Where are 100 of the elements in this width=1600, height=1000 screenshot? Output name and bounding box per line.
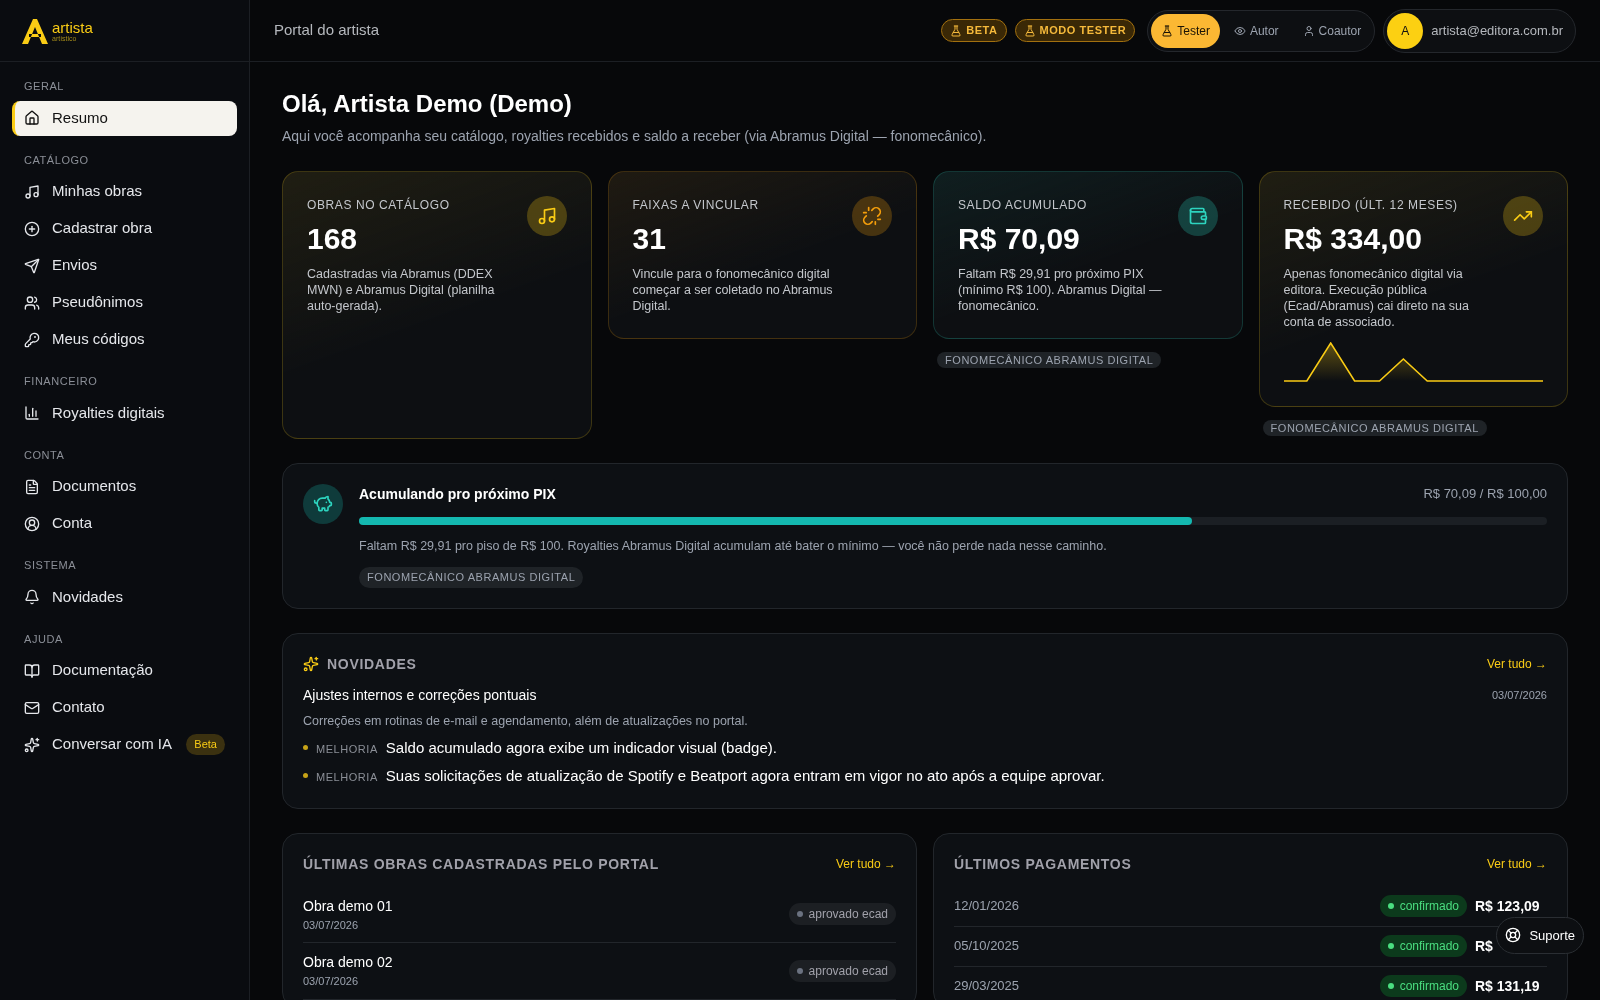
greeting-title: Olá, Artista Demo (Demo) xyxy=(282,89,573,119)
status-badge: MODO TESTER xyxy=(1014,19,1136,42)
account-chip[interactable]: A artista@editora.com.br xyxy=(1383,8,1576,53)
change-type-label: MELHORIA xyxy=(316,741,378,757)
role-tab[interactable]: Autor xyxy=(1223,13,1289,48)
stat-value: R$ 334,00 xyxy=(1283,221,1423,257)
nav-section-heading: SISTEMA xyxy=(23,558,78,573)
stat-note: Vincule para o fonomecânico digital começar a ser coletado no Abramus Digital. xyxy=(632,265,834,314)
user-avatar: A xyxy=(1387,12,1424,49)
logo-icon xyxy=(20,16,50,45)
logo-wordmark: artista xyxy=(52,19,93,35)
status-pill: aprovado ecad xyxy=(788,903,896,926)
lifebuoy-icon xyxy=(1505,927,1522,944)
flask-icon xyxy=(950,24,963,37)
nav-item[interactable]: Contato xyxy=(12,690,237,725)
work-title: Obra demo 01 xyxy=(303,896,393,916)
document-icon xyxy=(24,478,40,495)
pix-title: Acumulando pro próximo PIX xyxy=(359,484,556,504)
see-all-link[interactable]: Ver tudo → xyxy=(835,855,896,873)
work-date: 03/07/2026 xyxy=(303,974,360,989)
stat-label: FAIXAS A VINCULAR xyxy=(632,197,759,214)
nav-item[interactable]: Documentos xyxy=(12,469,237,504)
payment-amount: R$ 131,19 xyxy=(1475,978,1540,994)
stat-label: SALDO ACUMULADO xyxy=(958,197,1088,214)
stat-label: OBRAS NO CATÁLOGO xyxy=(307,196,450,214)
role-tab[interactable]: Tester xyxy=(1151,13,1220,48)
change-type-label: MELHORIA xyxy=(316,770,378,785)
user-circle-icon xyxy=(24,515,40,532)
wallet-icon xyxy=(1187,206,1208,226)
stat-value: R$ 70,09 xyxy=(958,221,1081,257)
section-heading: ÚLTIMOS PAGAMENTOS xyxy=(954,854,1132,874)
section-heading: ÚLTIMAS OBRAS CADASTRADAS PELO PORTAL xyxy=(303,854,659,874)
stat-label: RECEBIDO (ÚLT. 12 MESES) xyxy=(1283,196,1458,214)
piggy-bank-icon xyxy=(313,493,333,514)
page-title: Portal do artista xyxy=(274,20,380,41)
users-icon xyxy=(24,294,40,311)
book-icon xyxy=(24,662,40,679)
nav-section-heading: AJUDA xyxy=(23,631,64,647)
bell-icon xyxy=(24,589,40,605)
nav-item[interactable]: Minhas obras xyxy=(12,174,237,209)
user-icon xyxy=(1302,24,1315,37)
change-text: Suas solicitações de atualização de Spotify e Beatport agora entram em vigor no ato após a equipe aprovar. xyxy=(385,766,1105,786)
stat-note: Cadastradas via Abramus (DDEX MWN) e Abramus Digital (planilha auto-gerada). xyxy=(307,265,496,314)
payment-amount: R$ 123,09 xyxy=(1475,898,1540,914)
work-title: Obra demo 02 xyxy=(303,953,393,972)
news-title: Ajustes internos e correções pontuais xyxy=(303,685,537,705)
status-pill: confirmado xyxy=(1379,895,1467,917)
see-all-link[interactable]: Ver tudo → xyxy=(1486,855,1547,873)
mail-icon xyxy=(24,699,40,716)
nav-item[interactable]: Conversar com IA Beta xyxy=(12,727,237,762)
nav-item[interactable]: Meus códigos xyxy=(12,322,237,357)
sparkles-icon xyxy=(24,736,40,753)
nav-section-heading: CATÁLOGO xyxy=(23,152,90,168)
status-pill: confirmado xyxy=(1379,975,1467,997)
nav-item[interactable]: Novidades xyxy=(12,579,237,615)
greeting-subtitle: Aqui você acompanha seu catálogo, royalties recebidos e saldo a receber (via Abramus Digital — fonomecânico). xyxy=(282,127,988,146)
home-icon xyxy=(24,110,40,126)
beta-badge: Beta xyxy=(186,734,225,755)
stat-note: Apenas fonomecânico digital via editora. Execução pública (Ecad/Abramus) cai direto na sua conta de associado. xyxy=(1283,265,1470,330)
nav-item[interactable]: Envios xyxy=(12,248,237,283)
see-all-link[interactable]: Ver tudo → xyxy=(1486,655,1547,674)
nav-item[interactable]: Resumo xyxy=(12,100,237,136)
music-note-icon xyxy=(24,183,40,200)
payment-date: 12/01/2026 xyxy=(954,897,1020,916)
payment-date: 05/10/2025 xyxy=(954,937,1020,956)
pix-reading: R$ 70,09 / R$ 100,00 xyxy=(1423,485,1547,504)
flask-icon xyxy=(1161,24,1174,37)
status-badge: BETA xyxy=(941,19,1007,42)
section-heading: NOVIDADES xyxy=(327,654,417,674)
user-email: artista@editora.com.br xyxy=(1431,21,1563,40)
nav-item[interactable]: Documentação xyxy=(12,653,237,688)
unlink-icon xyxy=(862,206,882,226)
source-tag: FONOMECÂNICO ABRAMUS DIGITAL xyxy=(937,351,1162,368)
role-tab[interactable]: Coautor xyxy=(1292,13,1372,48)
flask-icon xyxy=(1023,24,1036,37)
pix-note: Faltam R$ 29,91 pro piso de R$ 100. Royalties Abramus Digital acumulam até bater o mínimo — você não perde nada nesse caminho. xyxy=(359,537,1108,555)
bar-chart-icon xyxy=(24,405,40,421)
key-icon xyxy=(24,331,40,348)
nav-item[interactable]: Cadastrar obra xyxy=(12,211,237,246)
status-pill: aprovado ecad xyxy=(788,959,896,982)
music-note-icon xyxy=(536,206,557,226)
news-date: 03/07/2026 xyxy=(1491,688,1547,703)
stat-value: 31 xyxy=(632,221,667,257)
eye-icon xyxy=(1233,24,1246,37)
source-tag: FONOMECÂNICO ABRAMUS DIGITAL xyxy=(359,567,584,588)
payment-date: 29/03/2025 xyxy=(954,977,1020,996)
nav-item[interactable]: Pseudônimos xyxy=(12,285,237,320)
news-summary: Correções em rotinas de e-mail e agendamento, além de atualizações no portal. xyxy=(303,712,749,730)
status-pill: confirmado xyxy=(1379,935,1467,957)
payment-amount: R$ xyxy=(1475,938,1493,954)
support-button[interactable]: Suporte xyxy=(1496,916,1584,954)
nav-section-heading: GERAL xyxy=(23,79,66,94)
stat-value: 168 xyxy=(307,221,359,257)
nav-item[interactable]: Royalties digitais xyxy=(12,395,237,431)
work-date: 03/07/2026 xyxy=(303,917,360,933)
source-tag: FONOMECÂNICO ABRAMUS DIGITAL xyxy=(1262,419,1487,436)
nav-item[interactable]: Conta xyxy=(12,506,237,541)
nav-section-heading: CONTA xyxy=(23,447,66,463)
plus-circle-icon xyxy=(24,220,40,237)
change-text: Saldo acumulado agora exibe um indicador visual (badge). xyxy=(385,737,777,758)
